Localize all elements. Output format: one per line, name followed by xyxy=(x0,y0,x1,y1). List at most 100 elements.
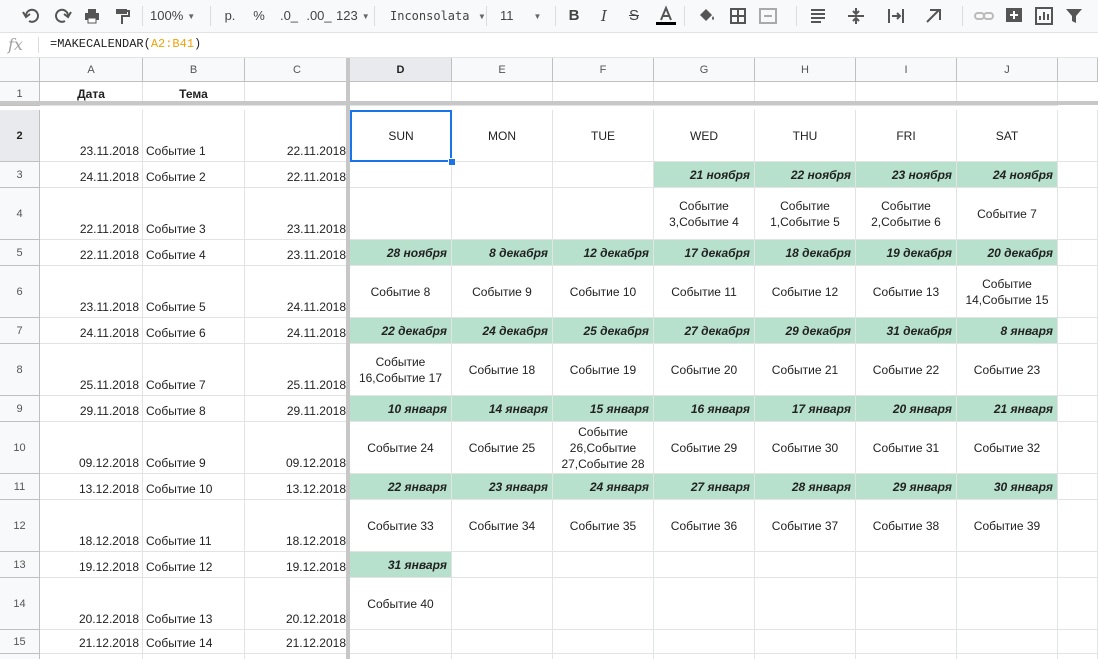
date-cell[interactable]: 13.12.2018 xyxy=(40,474,143,500)
comment-icon[interactable] xyxy=(1002,0,1026,32)
date-cell[interactable]: 24.11.2018 xyxy=(245,266,350,318)
column-header-e[interactable]: E xyxy=(452,58,553,82)
row-header-6[interactable]: 6 xyxy=(0,266,40,318)
calendar-date-cell[interactable]: 27 декабря xyxy=(654,318,755,344)
horizontal-align-icon[interactable] xyxy=(806,0,830,32)
date-cell[interactable]: 21.12.2018 xyxy=(245,654,350,659)
selection-fill-handle[interactable] xyxy=(448,158,456,166)
calendar-event-cell[interactable]: Событие 10 xyxy=(553,266,654,318)
percent-format-button[interactable]: % xyxy=(250,0,268,32)
calendar-event-cell[interactable]: Событие 8 xyxy=(350,266,452,318)
undo-icon[interactable] xyxy=(20,0,44,32)
date-cell[interactable]: 22.11.2018 xyxy=(40,240,143,266)
date-cell[interactable]: 20.12.2018 xyxy=(245,578,350,630)
cell[interactable] xyxy=(452,188,553,240)
row-header-8[interactable]: 8 xyxy=(0,344,40,396)
more-formats-select[interactable]: 123 ▼ xyxy=(336,0,370,32)
calendar-event-cell[interactable]: Событие 26,Событие 27,Событие 28 xyxy=(553,422,654,474)
text-wrapping-icon[interactable] xyxy=(884,0,908,32)
row-header-12[interactable]: 12 xyxy=(0,500,40,552)
cell[interactable] xyxy=(1058,630,1098,654)
spreadsheet-grid[interactable]: ABCDEFGHIJ12345678910111213141516ДатаТем… xyxy=(0,58,1098,659)
font-select[interactable]: Inconsolata ▼ xyxy=(390,0,484,32)
cell[interactable] xyxy=(654,630,755,654)
topic-cell[interactable]: Событие 7 xyxy=(143,344,245,396)
calendar-date-cell[interactable]: 15 января xyxy=(553,396,654,422)
date-cell[interactable]: 22.11.2018 xyxy=(245,162,350,188)
date-cell[interactable]: 20.12.2018 xyxy=(40,578,143,630)
filter-icon[interactable] xyxy=(1062,0,1086,32)
calendar-date-cell[interactable]: 20 января xyxy=(856,396,957,422)
calendar-date-cell[interactable]: 24 января xyxy=(553,474,654,500)
cell[interactable] xyxy=(1058,344,1098,396)
row-header-11[interactable]: 11 xyxy=(0,474,40,500)
calendar-date-cell[interactable]: 24 декабря xyxy=(452,318,553,344)
row-header-4[interactable]: 4 xyxy=(0,188,40,240)
cell[interactable] xyxy=(1058,654,1098,659)
calendar-event-cell[interactable]: Событие 35 xyxy=(553,500,654,552)
cell[interactable] xyxy=(452,162,553,188)
topic-cell[interactable]: Событие 12 xyxy=(143,552,245,578)
bold-icon[interactable]: B xyxy=(564,0,584,32)
row-header-16[interactable]: 16 xyxy=(0,654,40,659)
column-header-c[interactable]: C xyxy=(245,58,350,82)
calendar-event-cell[interactable]: Событие 34 xyxy=(452,500,553,552)
column-header-extra[interactable] xyxy=(1058,58,1098,82)
calendar-event-cell[interactable]: Событие 24 xyxy=(350,422,452,474)
calendar-date-cell[interactable]: 27 января xyxy=(654,474,755,500)
weekday-header-mon[interactable]: MON xyxy=(452,110,553,162)
cell[interactable] xyxy=(856,630,957,654)
topic-cell[interactable]: Событие 15 xyxy=(143,654,245,659)
cell[interactable] xyxy=(553,654,654,659)
cell[interactable] xyxy=(957,630,1058,654)
cell[interactable] xyxy=(553,578,654,630)
date-cell[interactable]: 23.11.2018 xyxy=(245,240,350,266)
calendar-date-cell[interactable]: 30 января xyxy=(957,474,1058,500)
calendar-date-cell[interactable]: 12 декабря xyxy=(553,240,654,266)
cell[interactable] xyxy=(654,552,755,578)
cell[interactable] xyxy=(957,552,1058,578)
cell[interactable] xyxy=(350,188,452,240)
calendar-event-cell[interactable]: Событие 13 xyxy=(856,266,957,318)
date-cell[interactable]: 19.12.2018 xyxy=(40,552,143,578)
freeze-row-divider[interactable] xyxy=(0,101,1098,105)
date-cell[interactable]: 25.11.2018 xyxy=(245,344,350,396)
calendar-event-cell[interactable]: Событие 38 xyxy=(856,500,957,552)
column-header-i[interactable]: I xyxy=(856,58,957,82)
cell[interactable] xyxy=(452,630,553,654)
print-icon[interactable] xyxy=(80,0,104,32)
cell[interactable] xyxy=(755,578,856,630)
calendar-event-cell[interactable]: Событие 19 xyxy=(553,344,654,396)
cell[interactable] xyxy=(1058,162,1098,188)
date-cell[interactable]: 22.11.2018 xyxy=(40,188,143,240)
topic-cell[interactable]: Событие 8 xyxy=(143,396,245,422)
cell[interactable] xyxy=(856,578,957,630)
column-header-j[interactable]: J xyxy=(957,58,1058,82)
row-header-14[interactable]: 14 xyxy=(0,578,40,630)
date-cell[interactable]: 18.12.2018 xyxy=(40,500,143,552)
calendar-date-cell[interactable]: 17 января xyxy=(755,396,856,422)
calendar-event-cell[interactable]: Событие 21 xyxy=(755,344,856,396)
row-header-7[interactable]: 7 xyxy=(0,318,40,344)
borders-icon[interactable] xyxy=(726,0,750,32)
paint-format-icon[interactable] xyxy=(110,0,134,32)
zoom-select[interactable]: 100% ▼ xyxy=(150,0,206,32)
calendar-date-cell[interactable]: 29 января xyxy=(856,474,957,500)
date-cell[interactable]: 18.12.2018 xyxy=(245,500,350,552)
weekday-header-wed[interactable]: WED xyxy=(654,110,755,162)
calendar-date-cell[interactable]: 23 ноября xyxy=(856,162,957,188)
calendar-date-cell[interactable]: 8 декабря xyxy=(452,240,553,266)
font-size-select[interactable]: 11 ▼ xyxy=(500,0,550,32)
cell[interactable] xyxy=(1058,500,1098,552)
text-rotation-icon[interactable] xyxy=(922,0,946,32)
currency-format-button[interactable]: р. xyxy=(220,0,240,32)
calendar-event-cell[interactable]: Событие 16,Событие 17 xyxy=(350,344,452,396)
date-cell[interactable]: 25.11.2018 xyxy=(40,344,143,396)
calendar-date-cell[interactable]: 25 декабря xyxy=(553,318,654,344)
calendar-date-cell[interactable]: 22 декабря xyxy=(350,318,452,344)
calendar-event-cell[interactable]: Событие 33 xyxy=(350,500,452,552)
calendar-date-cell[interactable]: 23 января xyxy=(452,474,553,500)
date-cell[interactable]: 13.12.2018 xyxy=(245,474,350,500)
strikethrough-icon[interactable]: S xyxy=(624,0,644,32)
cell[interactable] xyxy=(1058,396,1098,422)
